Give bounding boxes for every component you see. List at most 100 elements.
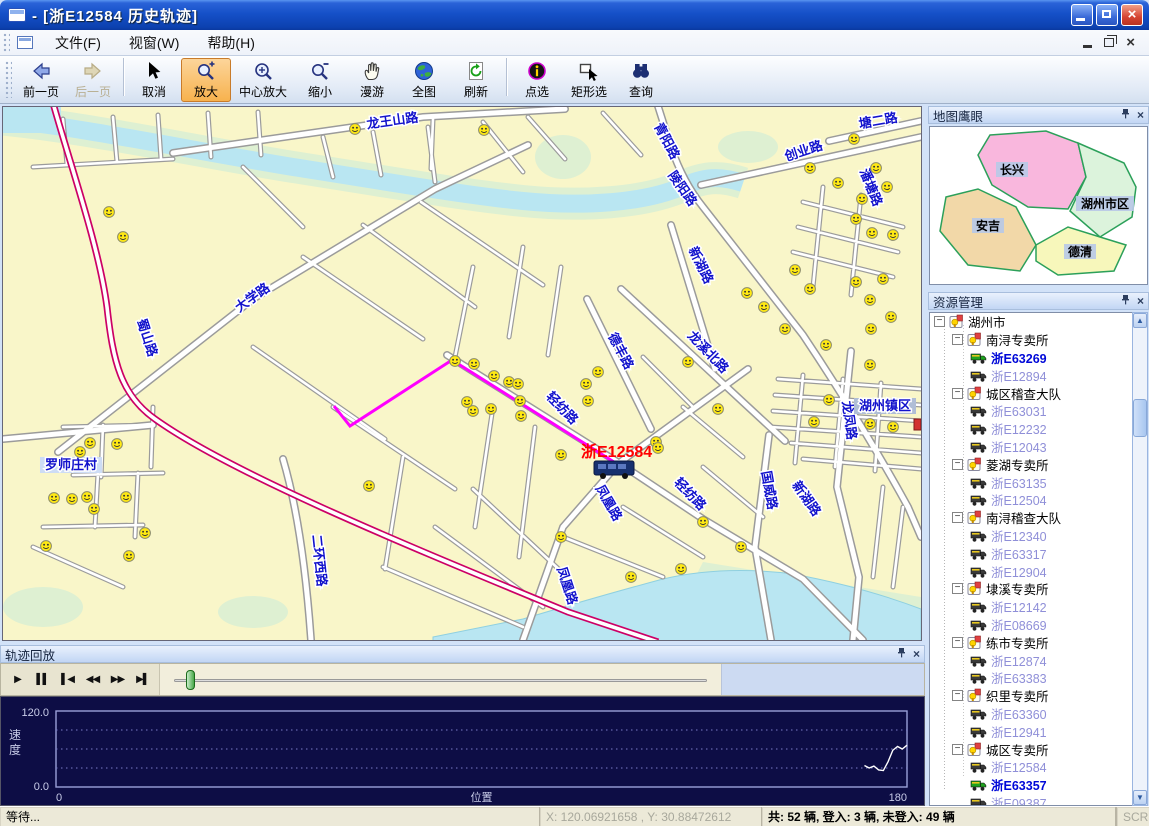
zoom-in-button[interactable]: 放大 bbox=[181, 58, 231, 102]
smiley-vehicle-marker[interactable] bbox=[871, 163, 882, 174]
smiley-vehicle-marker[interactable] bbox=[112, 439, 123, 450]
smiley-vehicle-marker[interactable] bbox=[809, 417, 820, 428]
tree-vehicle-row[interactable]: 浙E63135 bbox=[930, 473, 1132, 491]
tree-expander-icon[interactable]: − bbox=[952, 388, 963, 399]
next-page-button[interactable]: 后一页 bbox=[68, 58, 118, 102]
smiley-vehicle-marker[interactable] bbox=[350, 124, 361, 135]
point-select-button[interactable]: 点选 bbox=[512, 58, 562, 102]
smiley-vehicle-marker[interactable] bbox=[75, 447, 86, 458]
smiley-vehicle-marker[interactable] bbox=[851, 277, 862, 288]
smiley-vehicle-marker[interactable] bbox=[593, 367, 604, 378]
smiley-vehicle-marker[interactable] bbox=[82, 492, 93, 503]
smiley-vehicle-marker[interactable] bbox=[124, 551, 135, 562]
smiley-vehicle-marker[interactable] bbox=[865, 360, 876, 371]
pin-icon[interactable] bbox=[896, 647, 907, 661]
tree-vehicle-row[interactable]: 浙E12340 bbox=[930, 527, 1132, 545]
tree-group-row[interactable]: −织里专卖所 bbox=[930, 687, 1132, 705]
smiley-vehicle-marker[interactable] bbox=[736, 542, 747, 553]
rect-select-button[interactable]: 矩形选 bbox=[564, 58, 614, 102]
tree-expander-icon[interactable]: − bbox=[952, 744, 963, 755]
menu-grip[interactable] bbox=[3, 33, 10, 53]
tree-vehicle-row[interactable]: 浙E12894 bbox=[930, 366, 1132, 384]
tree-expander-icon[interactable]: − bbox=[952, 334, 963, 345]
tree-expander-icon[interactable]: − bbox=[952, 637, 963, 648]
smiley-vehicle-marker[interactable] bbox=[805, 163, 816, 174]
toolbar-grip[interactable] bbox=[5, 61, 12, 99]
tree-vehicle-row[interactable]: 浙E12941 bbox=[930, 722, 1132, 740]
panel-close-icon[interactable]: × bbox=[1137, 108, 1144, 122]
smiley-vehicle-marker[interactable] bbox=[468, 406, 479, 417]
smiley-vehicle-marker[interactable] bbox=[41, 541, 52, 552]
smiley-vehicle-marker[interactable] bbox=[85, 438, 96, 449]
tree-expander-icon[interactable]: − bbox=[934, 316, 945, 327]
tree-expander-icon[interactable]: − bbox=[952, 512, 963, 523]
skip-start-button[interactable]: ▌◀ bbox=[56, 668, 79, 692]
smiley-vehicle-marker[interactable] bbox=[888, 230, 899, 241]
pause-button[interactable]: ▌▌ bbox=[31, 668, 54, 692]
query-button[interactable]: 查询 bbox=[616, 58, 666, 102]
smiley-vehicle-marker[interactable] bbox=[865, 419, 876, 430]
tree-vehicle-row[interactable]: 浙E12043 bbox=[930, 438, 1132, 456]
close-button[interactable]: × bbox=[1121, 4, 1143, 26]
tree-group-row[interactable]: −埭溪专卖所 bbox=[930, 580, 1132, 598]
menu-help[interactable]: 帮助(H) bbox=[193, 30, 268, 56]
tree-vehicle-row[interactable]: 浙E63360 bbox=[930, 705, 1132, 723]
scroll-up-icon[interactable]: ▲ bbox=[1133, 313, 1147, 328]
play-button[interactable]: ▶ bbox=[6, 668, 29, 692]
refresh-button[interactable]: 刷新 bbox=[451, 58, 501, 102]
prev-page-button[interactable]: 前一页 bbox=[16, 58, 66, 102]
tree-expander-icon[interactable]: − bbox=[952, 583, 963, 594]
tree-vehicle-row[interactable]: 浙E12142 bbox=[930, 598, 1132, 616]
minimize-button[interactable] bbox=[1071, 4, 1093, 26]
pan-button[interactable]: 漫游 bbox=[347, 58, 397, 102]
tree-vehicle-row[interactable]: 浙E63317 bbox=[930, 544, 1132, 562]
smiley-vehicle-marker[interactable] bbox=[653, 443, 664, 454]
rewind-button[interactable]: ◀◀ bbox=[81, 668, 104, 692]
tree-expander-icon[interactable]: − bbox=[952, 459, 963, 470]
smiley-vehicle-marker[interactable] bbox=[742, 288, 753, 299]
smiley-vehicle-marker[interactable] bbox=[513, 379, 524, 390]
tree-vehicle-row[interactable]: 浙E63383 bbox=[930, 669, 1132, 687]
smiley-vehicle-marker[interactable] bbox=[821, 340, 832, 351]
panel-close-icon[interactable]: × bbox=[913, 647, 920, 661]
tree-vehicle-row[interactable]: 浙E12904 bbox=[930, 562, 1132, 580]
slider-groove[interactable] bbox=[174, 679, 707, 682]
overview-map[interactable]: 长兴湖州市区安吉德清 bbox=[929, 126, 1148, 285]
smiley-vehicle-marker[interactable] bbox=[867, 228, 878, 239]
mdi-minimize-icon[interactable] bbox=[1083, 45, 1092, 48]
cancel-button[interactable]: 取消 bbox=[129, 58, 179, 102]
tree-group-row[interactable]: −南浔稽查大队 bbox=[930, 509, 1132, 527]
tree-vehicle-row[interactable]: 浙E12584 bbox=[930, 758, 1132, 776]
smiley-vehicle-marker[interactable] bbox=[450, 356, 461, 367]
fast-forward-button[interactable]: ▶▶ bbox=[106, 668, 129, 692]
smiley-vehicle-marker[interactable] bbox=[479, 125, 490, 136]
smiley-vehicle-marker[interactable] bbox=[486, 404, 497, 415]
tree-expander-icon[interactable]: − bbox=[952, 690, 963, 701]
smiley-vehicle-marker[interactable] bbox=[759, 302, 770, 313]
smiley-vehicle-marker[interactable] bbox=[857, 194, 868, 205]
map-area[interactable]: 龙王山路青阳路陵阳路塘二路创业路潘塘路新湖路大学路蜀山路德丰路龙溪北路轻纺路轻纺… bbox=[2, 106, 922, 641]
smiley-vehicle-marker[interactable] bbox=[849, 134, 860, 145]
smiley-vehicle-marker[interactable] bbox=[851, 214, 862, 225]
smiley-vehicle-marker[interactable] bbox=[140, 528, 151, 539]
smiley-vehicle-marker[interactable] bbox=[865, 295, 876, 306]
smiley-vehicle-marker[interactable] bbox=[886, 312, 897, 323]
smiley-vehicle-marker[interactable] bbox=[89, 504, 100, 515]
smiley-vehicle-marker[interactable] bbox=[489, 371, 500, 382]
smiley-vehicle-marker[interactable] bbox=[698, 517, 709, 528]
smiley-vehicle-marker[interactable] bbox=[364, 481, 375, 492]
pin-icon[interactable] bbox=[1120, 108, 1131, 122]
tree-vehicle-row[interactable]: 浙E12874 bbox=[930, 651, 1132, 669]
tree-group-row[interactable]: −练市专卖所 bbox=[930, 633, 1132, 651]
smiley-vehicle-marker[interactable] bbox=[888, 422, 899, 433]
tree-group-row[interactable]: −城区专卖所 bbox=[930, 740, 1132, 758]
tree-vehicle-row[interactable]: 浙E08669 bbox=[930, 616, 1132, 634]
smiley-vehicle-marker[interactable] bbox=[824, 395, 835, 406]
smiley-vehicle-marker[interactable] bbox=[469, 359, 480, 370]
tree-group-row[interactable]: −城区稽查大队 bbox=[930, 384, 1132, 402]
smiley-vehicle-marker[interactable] bbox=[104, 207, 115, 218]
smiley-vehicle-marker[interactable] bbox=[683, 357, 694, 368]
smiley-vehicle-marker[interactable] bbox=[121, 492, 132, 503]
smiley-vehicle-marker[interactable] bbox=[49, 493, 60, 504]
tree-group-row[interactable]: −南浔专卖所 bbox=[930, 331, 1132, 349]
